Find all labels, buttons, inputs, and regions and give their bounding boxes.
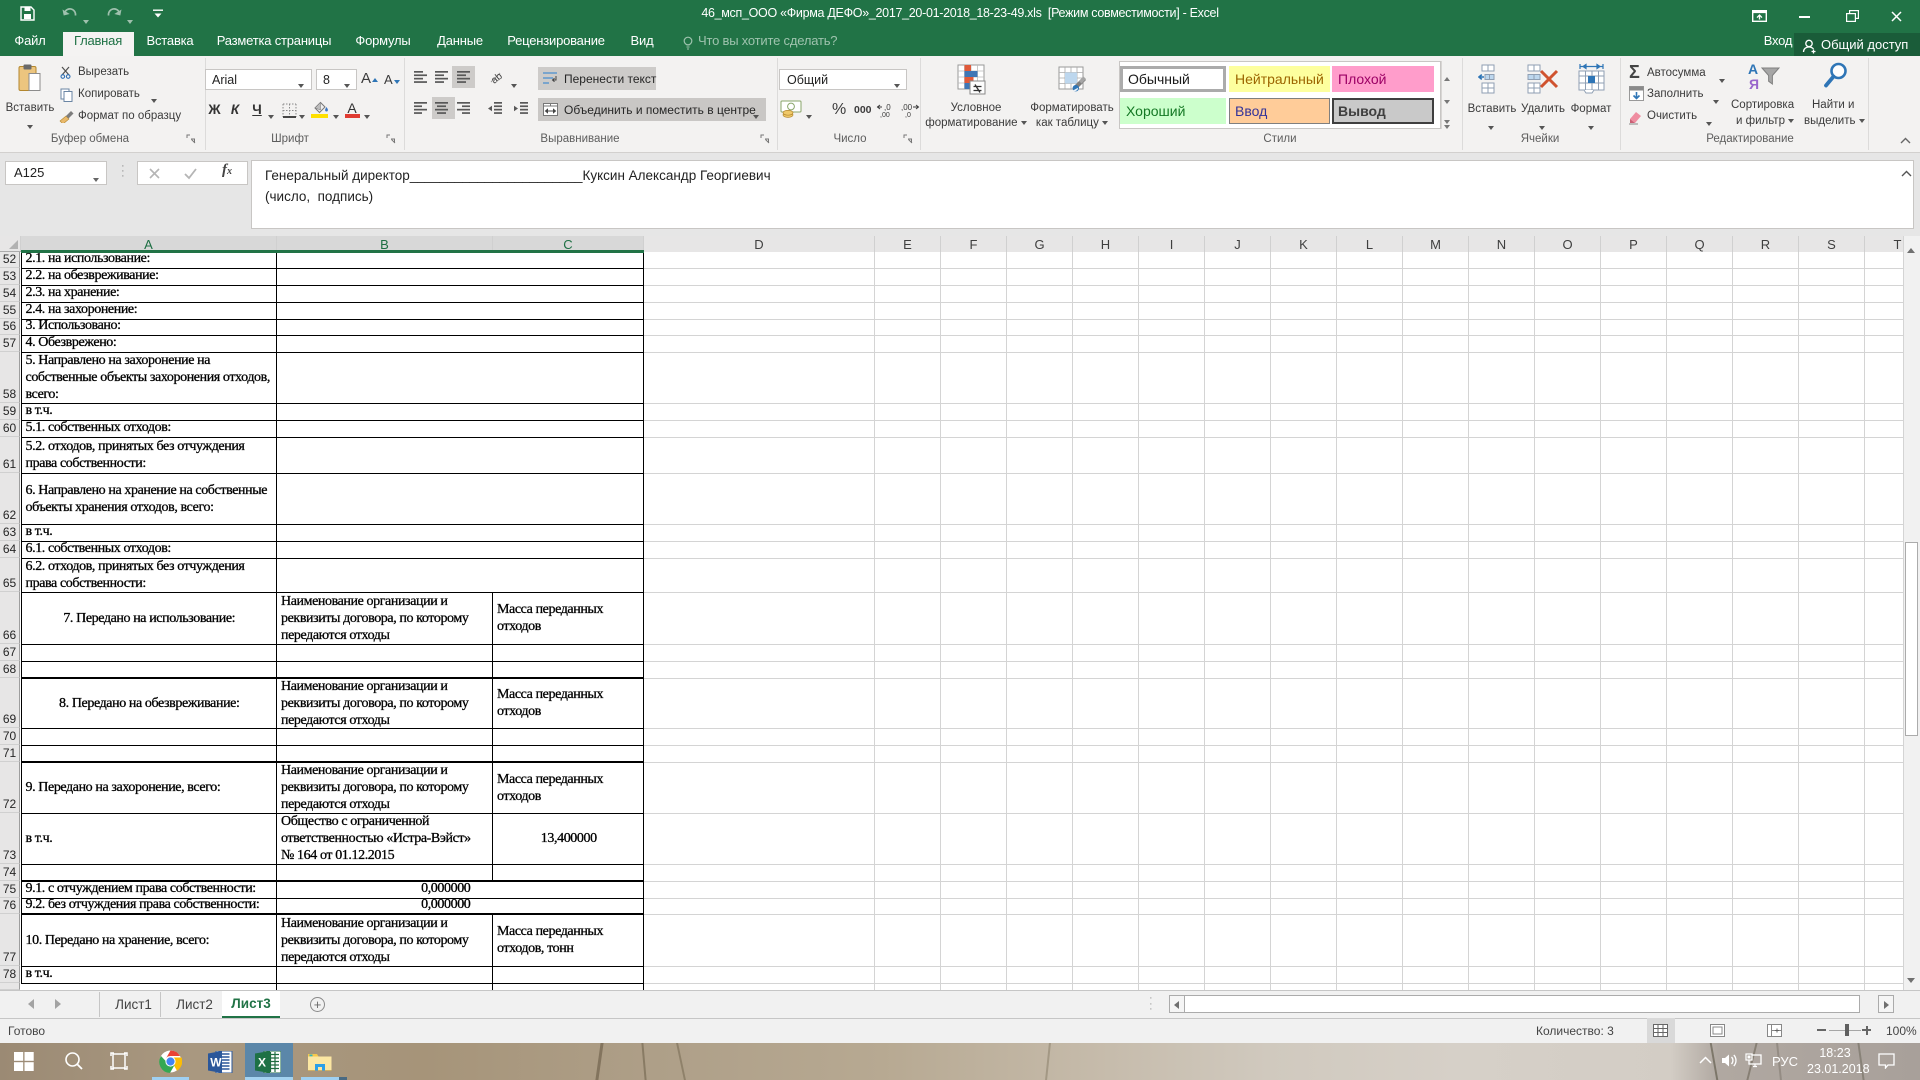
svg-text:,00: ,00 <box>901 103 913 112</box>
svg-text:,0: ,0 <box>905 112 911 118</box>
svg-text:,00: ,00 <box>880 112 890 118</box>
svg-text:,0: ,0 <box>884 103 891 112</box>
svg-text:X: X <box>258 1056 266 1070</box>
svg-text:W: W <box>210 1056 222 1070</box>
svg-text:ab: ab <box>489 71 505 86</box>
